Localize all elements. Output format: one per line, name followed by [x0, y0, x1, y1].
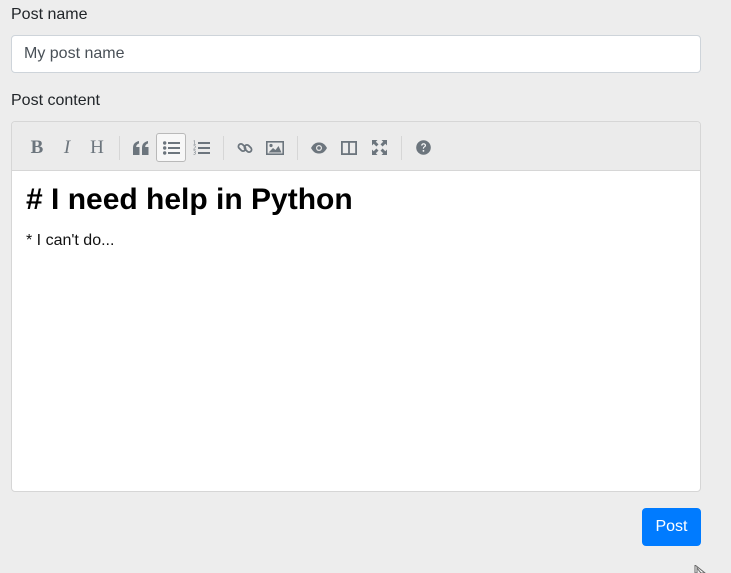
quote-icon: [133, 140, 149, 155]
help-icon: [415, 140, 431, 155]
toolbar-separator: [297, 136, 298, 160]
toolbar-separator: [119, 136, 120, 160]
side-by-side-icon: [341, 140, 357, 155]
link-button[interactable]: [230, 133, 260, 162]
ordered-list-button[interactable]: 1 2 3: [186, 133, 216, 162]
svg-text:3: 3: [193, 151, 196, 156]
unordered-list-icon: [162, 140, 180, 155]
preview-icon: [311, 142, 327, 153]
preview-button[interactable]: [304, 133, 334, 162]
post-name-label: Post name: [11, 6, 88, 23]
post-name-input[interactable]: [11, 35, 701, 73]
heading-icon: H: [90, 137, 104, 158]
italic-button[interactable]: I: [52, 133, 82, 162]
editor-list-line: * I can't do...: [26, 232, 115, 249]
editor-heading-line: # I need help in Python: [26, 183, 353, 216]
editor-toolbar: B I H 1 2 3: [12, 122, 700, 171]
help-button[interactable]: [408, 133, 438, 162]
post-button[interactable]: Post: [642, 508, 701, 546]
bold-icon: B: [30, 137, 44, 158]
toolbar-separator: [223, 136, 224, 160]
side-by-side-button[interactable]: [334, 133, 364, 162]
fullscreen-button[interactable]: [364, 133, 394, 162]
fullscreen-icon: [371, 140, 387, 155]
mouse-cursor-icon: [694, 565, 706, 573]
markdown-editor: B I H 1 2 3 # I need help in Python * I …: [11, 121, 701, 492]
toolbar-separator: [401, 136, 402, 160]
quote-button[interactable]: [126, 133, 156, 162]
link-icon: [237, 142, 253, 153]
bold-button[interactable]: B: [22, 133, 52, 162]
ordered-list-icon: 1 2 3: [193, 141, 210, 156]
italic-icon: I: [63, 137, 71, 158]
image-button[interactable]: [260, 133, 290, 162]
heading-button[interactable]: H: [82, 133, 112, 162]
post-content-label: Post content: [11, 92, 100, 109]
image-icon: [266, 140, 284, 155]
unordered-list-button[interactable]: [156, 133, 186, 162]
editor-content[interactable]: # I need help in Python * I can't do...: [26, 182, 686, 250]
